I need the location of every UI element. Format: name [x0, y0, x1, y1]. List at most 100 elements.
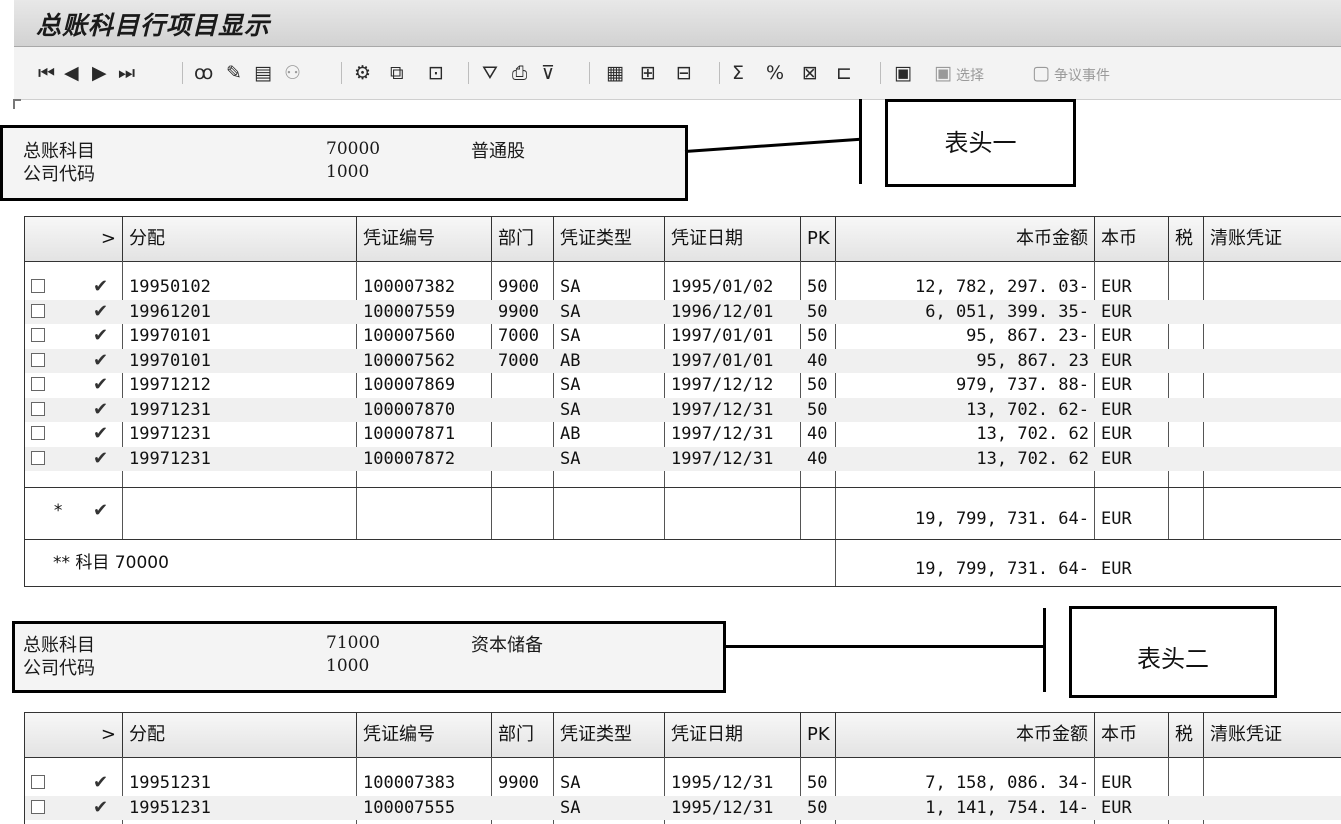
previous-page-icon[interactable]: ◀: [64, 62, 79, 84]
choose-layout-icon[interactable]: ⊞: [640, 62, 656, 84]
glasses-icon[interactable]: ꝏ: [194, 62, 213, 84]
gl-account-name: 普通股: [471, 141, 525, 162]
document-type-cell: SA: [560, 797, 581, 818]
document-type-cell: SA: [560, 301, 581, 322]
sum-icon[interactable]: Σ: [732, 62, 744, 84]
select-label[interactable]: 选择: [956, 65, 984, 85]
row-select-checkbox[interactable]: [31, 328, 45, 342]
header-two-callout: 表头二: [1069, 606, 1277, 698]
table-row[interactable]: ✔ 19951231 100007383 9900 SA 1995/12/31 50 7, 1…: [25, 771, 1341, 795]
dispute-icon[interactable]: ▢: [1032, 62, 1050, 84]
column-header[interactable]: 本币: [1095, 713, 1169, 757]
info-icon[interactable]: ▣: [894, 62, 912, 84]
export-icon[interactable]: ⊠: [802, 62, 818, 84]
object-services-icon[interactable]: ⚇: [284, 62, 301, 84]
next-page-icon[interactable]: ▶: [92, 62, 107, 84]
layout-icon[interactable]: ▦: [606, 62, 624, 84]
currency-cell: EUR: [1101, 375, 1132, 395]
posting-key-cell: 50: [807, 797, 828, 818]
document-number-cell: 100007383: [363, 773, 456, 793]
filter-icon[interactable]: ⛛: [482, 62, 498, 84]
document-type-cell: SA: [560, 448, 581, 469]
department-cell: 7000: [498, 326, 539, 346]
cleared-status-icon: ✔: [93, 423, 109, 444]
table-row[interactable]: ✔ 19961201 100007559 9900 SA 1996/12/01 50 6, 0…: [25, 299, 1341, 324]
row-select-checkbox[interactable]: [31, 279, 45, 293]
document-icon[interactable]: ▤: [254, 62, 272, 84]
table-row[interactable]: ✔ 19970101 100007560 7000 SA 1997/01/01 50 95, …: [25, 324, 1341, 348]
column-header[interactable]: PK: [801, 217, 836, 261]
column-header[interactable]: PK: [801, 713, 836, 757]
print-icon[interactable]: ⎙: [512, 62, 527, 84]
table-row[interactable]: ✔ 19951231 100007555 SA 1995/12/31 50 1, 141, …: [25, 795, 1341, 820]
row-select-checkbox[interactable]: [31, 426, 45, 440]
table-row[interactable]: ✔ 19970101 100007562 7000 AB 1997/01/01 40 95, …: [25, 348, 1341, 373]
document-date-cell: 1995/12/31: [671, 773, 774, 793]
column-header[interactable]: 本币金额: [836, 217, 1095, 261]
currency-cell: EUR: [1101, 277, 1132, 297]
assignment-cell: 19971212: [129, 375, 211, 395]
column-header[interactable]: 凭证类型: [554, 217, 665, 261]
column-header[interactable]: 凭证编号: [357, 713, 492, 757]
row-select-checkbox[interactable]: [31, 303, 45, 318]
column-header[interactable]: 税: [1169, 217, 1204, 261]
column-header[interactable]: 凭证类型: [554, 713, 665, 757]
table-row[interactable]: ✔ 19971231 100007870 SA 1997/12/31 50 13, 702.…: [25, 397, 1341, 422]
gl-account-value: 71000: [326, 633, 381, 653]
document-date-cell: 1997/01/01: [671, 350, 774, 371]
assignment-cell: 19961201: [129, 301, 211, 322]
row-select-checkbox[interactable]: [31, 450, 45, 465]
row-select-checkbox[interactable]: [31, 401, 45, 416]
copy-icon[interactable]: ⧉: [390, 62, 404, 84]
spreadsheet-icon[interactable]: ⊏: [836, 62, 852, 84]
column-header[interactable]: 税: [1169, 713, 1204, 757]
posting-key-cell: 50: [807, 375, 828, 395]
subtotal-icon[interactable]: %: [766, 62, 784, 84]
row-select-checkbox[interactable]: [31, 352, 45, 367]
set-filter-icon[interactable]: ⊽: [541, 62, 555, 84]
column-header[interactable]: 本币金额: [836, 713, 1095, 757]
change-icon[interactable]: ⚙: [354, 62, 371, 84]
last-page-icon[interactable]: ⏭: [118, 62, 135, 84]
department-cell: 7000: [498, 350, 539, 371]
pencil-icon[interactable]: ✎: [226, 62, 242, 84]
row-select-checkbox[interactable]: [31, 799, 45, 814]
column-header[interactable]: 凭证日期: [665, 713, 801, 757]
details-icon[interactable]: ⊡: [428, 62, 444, 84]
column-header[interactable]: 部门: [492, 713, 554, 757]
document-type-cell: SA: [560, 399, 581, 420]
column-header[interactable]: 凭证编号: [357, 217, 492, 261]
amount-cell: 95, 867. 23: [976, 350, 1089, 371]
select-icon[interactable]: ▣: [934, 62, 952, 84]
cleared-status-icon: ✔: [93, 300, 109, 322]
total-amount: 19, 799, 731. 64-: [915, 559, 1089, 579]
column-header[interactable]: 分配: [123, 217, 357, 261]
table-row[interactable]: ✔ 19971231 100007872 SA 1997/12/31 40 13, 702.…: [25, 446, 1341, 471]
table-row[interactable]: ✔ 19950102 100007382 9900 SA 1995/01/02 50 12, …: [25, 275, 1341, 299]
first-page-icon[interactable]: ⏮: [38, 62, 55, 84]
document-type-cell: SA: [560, 277, 581, 297]
currency-cell: EUR: [1101, 301, 1132, 322]
column-header[interactable]: 分配: [123, 713, 357, 757]
column-header[interactable]: 凭证日期: [665, 217, 801, 261]
assignment-cell: 19951231: [129, 797, 211, 818]
table-row[interactable]: ✔ 19971212 100007869 SA 1997/12/12 50 979, 737…: [25, 373, 1341, 397]
column-header[interactable]: 清账凭证: [1204, 713, 1341, 757]
column-selector-header[interactable]: >: [25, 713, 123, 757]
table-row[interactable]: ✔ 19971231 100007871 AB 1997/12/31 40 13, 702.…: [25, 422, 1341, 446]
column-header[interactable]: 部门: [492, 217, 554, 261]
currency-cell: EUR: [1101, 773, 1132, 793]
save-layout-icon[interactable]: ⊟: [676, 62, 692, 84]
amount-cell: 12, 782, 297. 03-: [915, 277, 1089, 297]
column-selector-header[interactable]: >: [25, 217, 123, 261]
callout-text: 表头一: [944, 129, 1017, 157]
row-select-checkbox[interactable]: [31, 775, 45, 789]
column-header[interactable]: 清账凭证: [1204, 217, 1341, 261]
posting-key-cell: 50: [807, 773, 828, 793]
column-header[interactable]: 本币: [1095, 217, 1169, 261]
amount-cell: 95, 867. 23-: [966, 326, 1089, 346]
department-cell: 9900: [498, 301, 539, 322]
dispute-label[interactable]: 争议事件: [1054, 65, 1110, 85]
callout-text: 表头二: [1137, 645, 1209, 673]
row-select-checkbox[interactable]: [31, 377, 45, 391]
